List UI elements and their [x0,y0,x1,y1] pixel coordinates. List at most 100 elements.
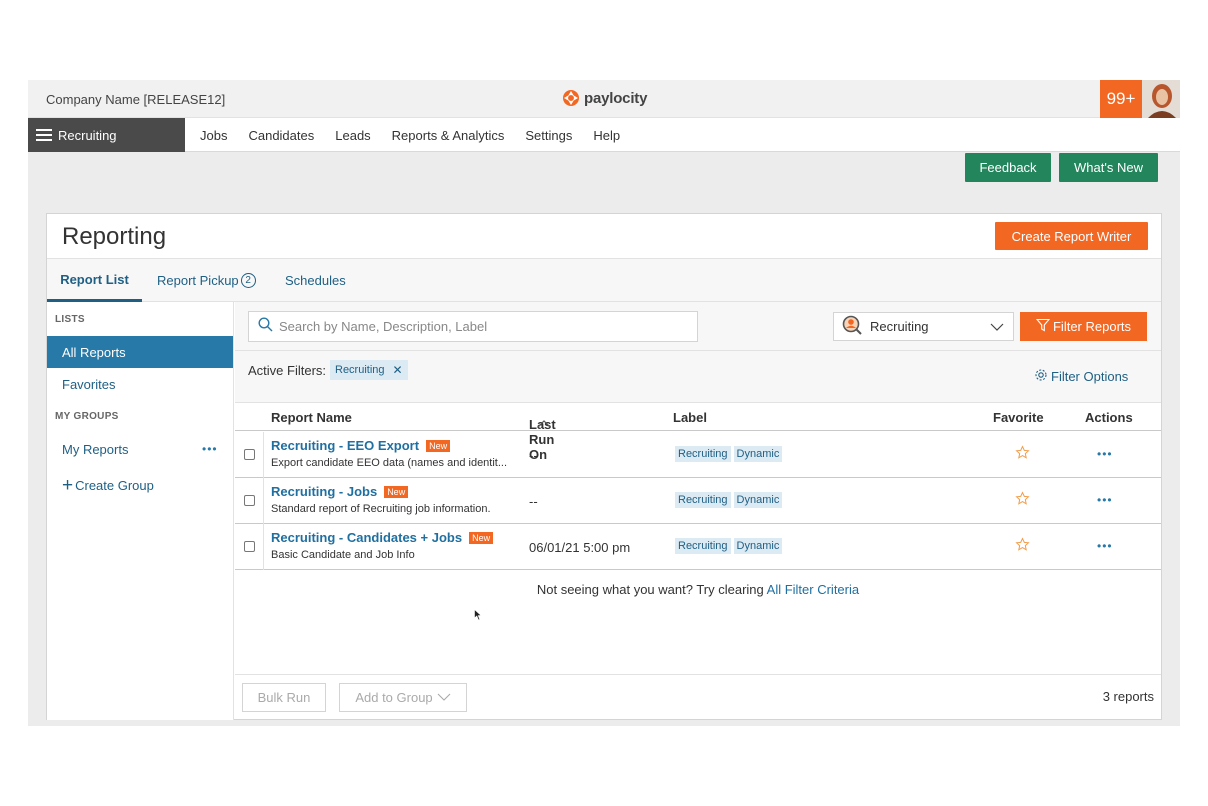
add-to-group-button[interactable]: Add to Group [339,683,467,712]
logo-text: paylocity [584,89,648,107]
new-badge: New [426,439,451,452]
row-checkbox[interactable] [244,541,255,552]
nav-reports-analytics[interactable]: Reports & Analytics [392,128,505,143]
nav-leads[interactable]: Leads [335,128,370,143]
sidebar: LISTS All Reports Favorites MY GROUPS My… [47,302,234,720]
new-badge: New [469,531,494,544]
panel-header: Reporting Create Report Writer [47,214,1161,259]
active-filters-label: Active Filters: [248,363,327,378]
label-tag[interactable]: Recruiting [675,538,731,554]
report-name: Recruiting - Jobs [271,484,378,499]
create-report-writer-button[interactable]: Create Report Writer [995,222,1148,250]
active-filters-row: Active Filters: Recruiting ✕ Filter Opti… [235,351,1161,403]
filter-icon [1035,318,1051,335]
report-name-link[interactable]: Recruiting - Jobs New [271,484,409,499]
my-reports-label: My Reports [62,441,129,457]
bulk-run-button[interactable]: Bulk Run [242,683,326,712]
clear-filters-link[interactable]: All Filter Criteria [767,582,859,597]
nav-jobs[interactable]: Jobs [200,128,227,143]
feedback-button[interactable]: Feedback [965,153,1051,182]
nav-candidates[interactable]: Candidates [248,128,314,143]
tabs: Report List Report Pickup 2 Schedules [47,259,1161,302]
report-count: 3 reports [1102,689,1154,704]
row-actions-icon[interactable]: ••• [1097,539,1113,553]
category-selected-value: Recruiting [870,319,929,334]
create-group-label: Create Group [75,477,154,493]
paylocity-logo[interactable]: paylocity [562,89,647,107]
filter-options-label: Filter Options [1051,369,1129,384]
tab-report-pickup-label: Report Pickup [157,273,239,288]
nav-bar: Recruiting Jobs Candidates Leads Reports… [28,118,1180,152]
paylocity-logo-icon [562,89,580,107]
filter-chip[interactable]: Recruiting ✕ [330,360,408,380]
nav-settings[interactable]: Settings [525,128,572,143]
close-icon[interactable]: ✕ [393,363,403,377]
last-run-value: 06/01/21 5:00 pm [529,540,631,555]
label-tag[interactable]: Dynamic [733,492,783,508]
new-badge: New [384,485,409,498]
table-row[interactable]: Recruiting - EEO Export New Export candi… [235,432,1161,478]
filter-options-link[interactable]: Filter Options [1034,368,1128,385]
row-actions-icon[interactable]: ••• [1097,447,1113,461]
favorite-star-icon[interactable] [1015,537,1030,557]
report-description: Export candidate EEO data (names and ide… [271,457,508,469]
last-run-value: -- [529,494,538,509]
module-label: Recruiting [58,127,117,143]
sidebar-item-all-reports[interactable]: All Reports [47,336,233,368]
label-tag[interactable]: Dynamic [733,538,783,554]
module-menu-button[interactable]: Recruiting [28,118,185,152]
whats-new-button[interactable]: What's New [1059,153,1158,182]
row-actions-icon[interactable]: ••• [1097,493,1113,507]
sidebar-item-favorites[interactable]: Favorites [47,368,233,400]
search-input[interactable] [279,319,679,334]
report-description: Standard report of Recruiting job inform… [271,503,491,515]
hamburger-icon [36,129,52,141]
category-select[interactable]: Recruiting [833,312,1014,341]
label-tag[interactable]: Dynamic [733,446,783,462]
favorite-star-icon[interactable] [1015,445,1030,465]
company-name: Company Name [RELEASE12] [46,92,226,107]
nav-help[interactable]: Help [593,128,620,143]
search-icon [258,316,273,337]
favorite-star-icon[interactable] [1015,491,1030,511]
report-name-link[interactable]: Recruiting - EEO Export New [271,438,451,453]
last-run-value: -- [529,448,538,463]
chevron-down-icon [989,319,1005,338]
notifications-badge[interactable]: 99+ [1100,80,1142,118]
row-checkbox[interactable] [244,495,255,506]
tab-schedules[interactable]: Schedules [285,259,346,302]
recruiting-category-icon [842,315,862,338]
plus-icon: + [62,474,74,496]
sidebar-item-my-reports[interactable]: My Reports ••• [47,433,233,465]
more-options-icon[interactable]: ••• [202,442,218,456]
avatar[interactable] [1142,80,1180,118]
table-row[interactable]: Recruiting - Jobs New Standard report of… [235,478,1161,524]
sort-asc-icon [537,417,551,432]
empty-hint-text: Not seeing what you want? Try clearing [536,582,767,597]
create-group-link[interactable]: + Create Group [47,469,233,501]
label-tags: Recruiting Dynamic [675,446,785,462]
row-checkbox[interactable] [244,449,255,460]
mouse-cursor-icon [474,608,482,626]
table-row[interactable]: Recruiting - Candidates + Jobs New Basic… [235,524,1161,570]
column-report-name[interactable]: Report Name [271,410,352,425]
filter-reports-button[interactable]: Filter Reports [1020,312,1147,341]
nav-links: Jobs Candidates Leads Reports & Analytic… [188,118,629,152]
tab-report-list[interactable]: Report List [47,259,142,302]
filter-chip-label: Recruiting [335,364,385,376]
report-description: Basic Candidate and Job Info [271,549,415,561]
report-content: Recruiting Filter Reports Active Filters… [235,302,1161,720]
tab-report-pickup[interactable]: Report Pickup 2 [157,259,256,302]
my-groups-heading: MY GROUPS [55,411,119,422]
table-header: Report Name Last Run On Label Favorite A… [235,403,1161,462]
label-tag[interactable]: Recruiting [675,446,731,462]
lists-heading: LISTS [55,314,85,325]
add-to-group-label: Add to Group [355,690,433,705]
label-tag[interactable]: Recruiting [675,492,731,508]
report-pickup-count-badge: 2 [240,273,256,288]
column-actions: Actions [1085,410,1133,425]
report-name-link[interactable]: Recruiting - Candidates + Jobs New [271,530,494,545]
report-name: Recruiting - EEO Export [271,438,420,453]
search-box[interactable] [248,311,698,342]
gear-icon [1034,368,1048,385]
